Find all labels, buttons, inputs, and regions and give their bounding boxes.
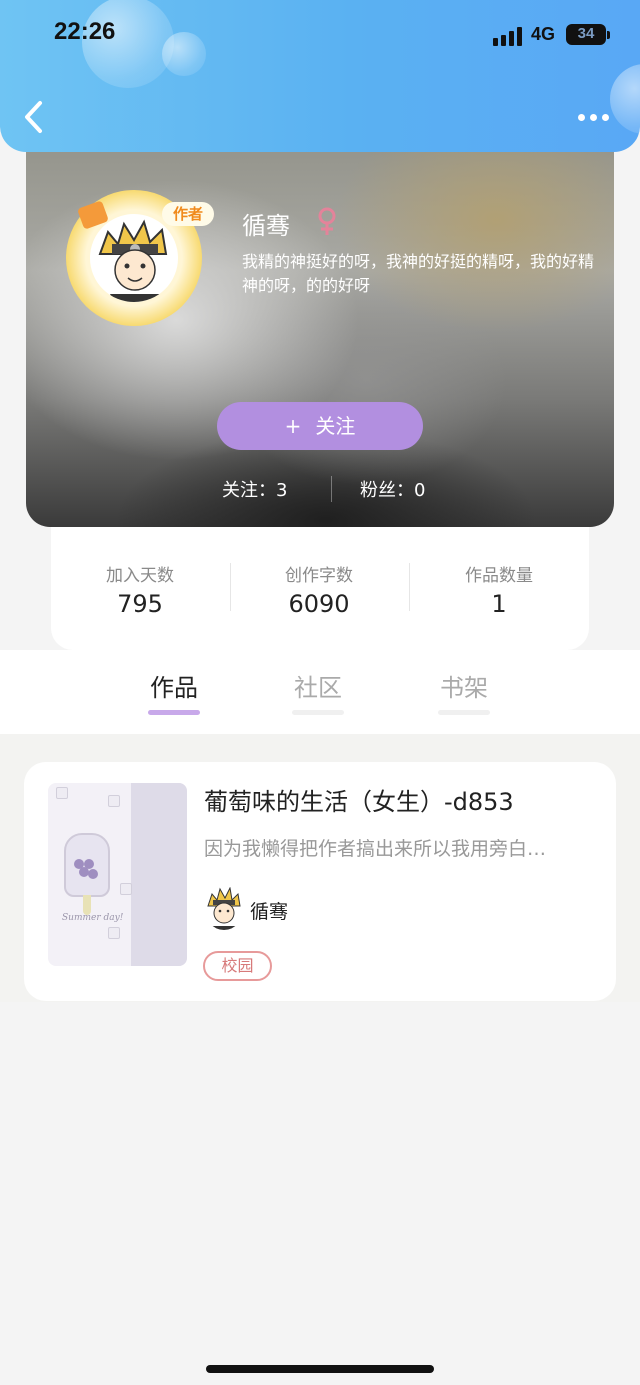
stat-value: 795 (117, 590, 163, 618)
tab-label: 作品 (150, 674, 198, 702)
tab-indicator (438, 710, 490, 715)
stat-value: 1 (491, 590, 507, 618)
tab-bar: 作品 社区 书架 (0, 650, 640, 734)
more-dots-icon (578, 114, 585, 121)
signal-icon (493, 26, 523, 46)
decor-cube (108, 795, 120, 807)
grape-illustration (74, 859, 100, 883)
battery-icon: 34 (566, 24, 606, 45)
follow-button[interactable]: + 关注 (217, 402, 423, 450)
decor-cube (120, 883, 132, 895)
divider (331, 476, 332, 502)
username: 循骞 (242, 212, 290, 240)
avatar-image (90, 214, 178, 302)
cover-caption: Summer day! (62, 913, 124, 923)
decor-bubble (162, 32, 206, 76)
cover-strip (131, 783, 187, 966)
back-button[interactable] (18, 96, 52, 138)
status-time: 22:26 (54, 18, 116, 45)
tab-label: 社区 (294, 674, 342, 702)
stat-label: 创作字数 (285, 566, 353, 586)
battery-level: 34 (577, 25, 595, 42)
genre-tag[interactable]: 校园 (203, 951, 272, 981)
stat-value: 6090 (288, 590, 350, 618)
stat-work-count: 作品数量 1 (410, 561, 588, 618)
tab-indicator (292, 710, 344, 715)
home-indicator (206, 1365, 434, 1373)
profile-bio: 我精的神挺好的呀，我神的好挺的精呀，我的好精神的呀，的的好呀 (242, 252, 595, 295)
profile-card: 作者 循骞 我精的神挺好的呀，我神的好挺的精呀，我的好精神的呀，的的好呀 + 关注… (26, 100, 614, 527)
author-badge: 作者 (162, 202, 214, 226)
stat-word-count: 创作字数 6090 (230, 561, 408, 618)
decor-bubble (610, 64, 640, 134)
stats-card: 加入天数 795 创作字数 6090 作品数量 1 (51, 527, 589, 650)
network-type: 4G (531, 24, 556, 44)
work-card[interactable]: Summer day! 葡萄味的生活（女生）-d853 因为我懒得把作者搞出来所… (24, 762, 616, 1001)
more-button[interactable] (574, 106, 614, 130)
following-count[interactable]: 关注：3 (222, 476, 287, 502)
battery-cap (607, 31, 610, 39)
avatar[interactable]: 作者 (66, 190, 214, 326)
author-avatar (204, 886, 244, 930)
decor-cube (108, 927, 120, 939)
author-name: 循骞 (250, 901, 289, 923)
tab-community[interactable]: 社区 (268, 668, 368, 715)
work-description: 因为我懒得把作者搞出来所以我用旁白… (204, 838, 547, 860)
tab-label: 书架 (440, 674, 488, 702)
decor-cube (56, 787, 68, 799)
chevron-left-icon (25, 101, 42, 133)
tab-works[interactable]: 作品 (124, 668, 224, 715)
popsicle-stick (83, 895, 91, 915)
female-symbol-icon (318, 207, 336, 235)
fans-count[interactable]: 粉丝：0 (360, 476, 425, 502)
stat-label: 作品数量 (465, 566, 533, 586)
follow-button-label: 关注 (315, 414, 356, 438)
tab-bookshelf[interactable]: 书架 (414, 668, 514, 715)
plus-icon: + (284, 414, 302, 438)
work-cover-image: Summer day! (48, 783, 187, 966)
tab-indicator (148, 710, 200, 715)
work-title: 葡萄味的生活（女生）-d853 (204, 788, 514, 816)
top-header: 22:26 4G 34 (0, 0, 640, 152)
stat-label: 加入天数 (106, 566, 174, 586)
stat-join-days: 加入天数 795 (51, 561, 229, 618)
